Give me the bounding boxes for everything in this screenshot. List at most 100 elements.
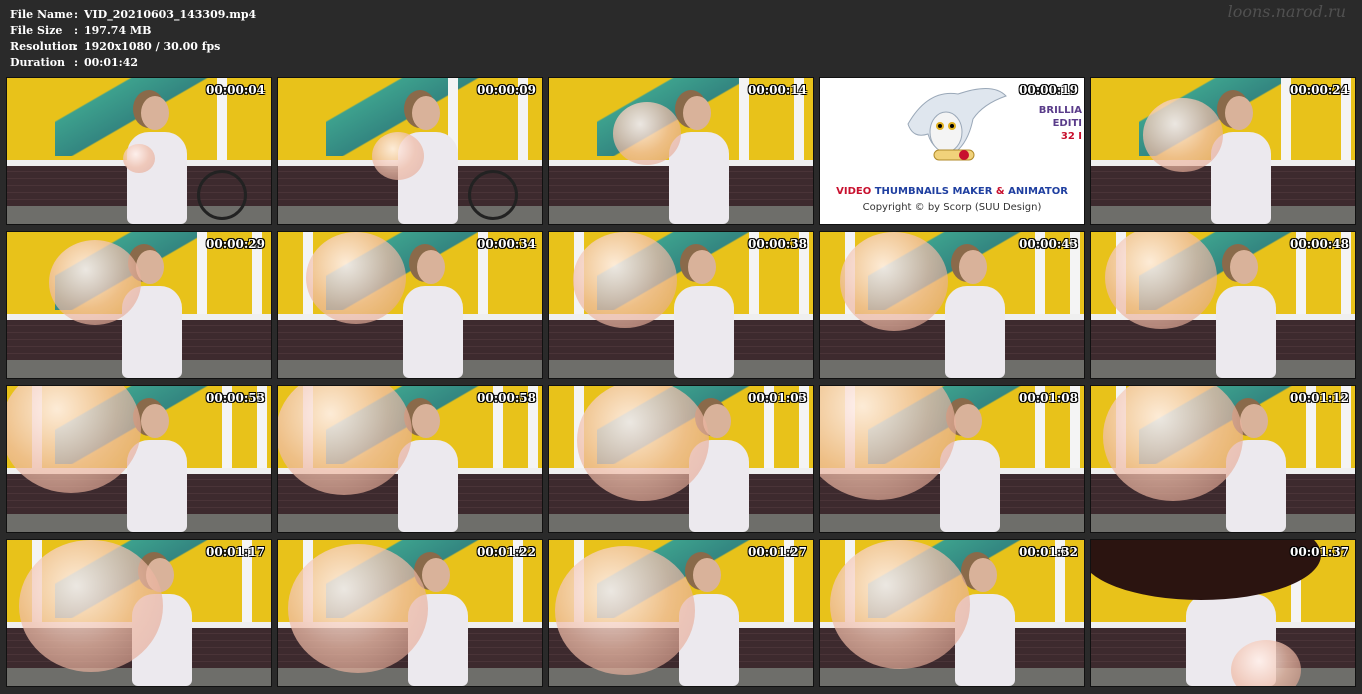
thumbnail-frame[interactable]: 00:00:48 [1090, 231, 1356, 379]
promo-copyright: Copyright © by Scorp (SUU Design) [862, 202, 1042, 213]
promo-title: VIDEO THUMBNAILS MAKER & ANIMATOR [820, 186, 1084, 197]
thumbnail-timestamp: 00:00:34 [477, 237, 536, 251]
scene-person-head [683, 96, 711, 130]
scene-ground [820, 668, 1084, 686]
watermark: loons.narod.ru [1227, 2, 1346, 21]
thumbnail-timestamp: 00:00:43 [1019, 237, 1078, 251]
scene-person-head [412, 96, 440, 130]
contact-sheet: File Name : VID_20210603_143309.mp4 File… [0, 0, 1362, 694]
thumbnail-timestamp: 00:01:27 [748, 545, 807, 559]
thumbnail-frame[interactable]: 00:00:14 [548, 77, 814, 225]
thumbnail-frame[interactable]: 00:01:32 [819, 539, 1085, 687]
thumbnail-timestamp: 00:01:03 [748, 391, 807, 405]
thumbnail-timestamp: 00:00:09 [477, 83, 536, 97]
scene-person-head [959, 250, 987, 284]
thumbnail-frame[interactable]: 00:01:03 [548, 385, 814, 533]
scene-person [403, 286, 463, 378]
promo-title-part: VIDEO [836, 186, 875, 197]
scene-balloon [306, 232, 406, 324]
scene-balloon [19, 540, 163, 673]
scene-balloon [555, 546, 695, 675]
promo-side-line: EDITI [1052, 118, 1082, 129]
scene-person-head [1240, 404, 1268, 438]
scene-person [674, 286, 734, 378]
thumbnail-timestamp: 00:00:58 [477, 391, 536, 405]
thumbnail-frame[interactable]: 00:01:17 [6, 539, 272, 687]
info-separator: : [74, 56, 79, 69]
thumbnail-timestamp: 00:00:53 [206, 391, 265, 405]
thumbnail-frame[interactable]: 00:00:29 [6, 231, 272, 379]
info-label: File Size [10, 24, 63, 37]
thumbnail-timestamp: 00:00:29 [206, 237, 265, 251]
scene-person-head [954, 404, 982, 438]
thumbnail-frame[interactable]: 00:00:34 [277, 231, 543, 379]
thumbnail-timestamp: 00:00:38 [748, 237, 807, 251]
scene-balloon [49, 240, 141, 325]
promo-side-text: BRILLIA EDITI 32 I [1039, 104, 1082, 143]
scene-balloon [573, 232, 677, 328]
scene-person-head [412, 404, 440, 438]
scene-person-head [141, 404, 169, 438]
info-value: 1920x1080 / 30.00 fps [84, 40, 221, 53]
thumbnail-timestamp: 00:01:17 [206, 545, 265, 559]
scene-person-head [693, 558, 721, 592]
file-info: File Name : VID_20210603_143309.mp4 File… [10, 7, 256, 71]
promo-title-part: & [992, 186, 1009, 197]
scene-person-head [1225, 96, 1253, 130]
thumbnail-frame[interactable]: 00:00:58 [277, 385, 543, 533]
thumbnail-frame[interactable]: 00:01:12 [1090, 385, 1356, 533]
scene-person-head [688, 250, 716, 284]
scene-person-head [422, 558, 450, 592]
promo-title-part: THUMBNAILS MAKER [874, 186, 993, 197]
scene-balloon [288, 544, 428, 673]
scene-person [1216, 286, 1276, 378]
scene-ground [549, 514, 813, 532]
scene-person-head [417, 250, 445, 284]
info-value: VID_20210603_143309.mp4 [84, 8, 257, 21]
info-separator: : [74, 8, 79, 21]
bicycle-wheel-icon [468, 170, 518, 220]
info-label: File Name [10, 8, 73, 21]
thumbnail-frame[interactable]: 00:01:37 [1090, 539, 1356, 687]
thumbnail-timestamp: 00:01:32 [1019, 545, 1078, 559]
info-row-resolution: Resolution : 1920x1080 / 30.00 fps [10, 39, 256, 55]
scene-balloon [840, 232, 948, 332]
thumbnail-timestamp: 00:00:24 [1290, 83, 1349, 97]
thumbnail-timestamp: 00:01:22 [477, 545, 536, 559]
promo-title-part: ANIMATOR [1008, 186, 1068, 197]
info-separator: : [74, 24, 79, 37]
thumbnail-timestamp: 00:00:14 [748, 83, 807, 97]
scene-balloon [613, 102, 681, 165]
thumbnail-frame[interactable]: 00:00:43 [819, 231, 1085, 379]
scene-person-head [1230, 250, 1258, 284]
scene-ground [1091, 514, 1355, 532]
thumbnail-timestamp: 00:00:48 [1290, 237, 1349, 251]
scene-balloon [1143, 98, 1223, 172]
thumbnail-frame[interactable]: 00:00:24 [1090, 77, 1356, 225]
scene-person-head [969, 558, 997, 592]
thumbnail-timestamp: 00:00:04 [206, 83, 265, 97]
thumbnail-frame[interactable]: 00:00:53 [6, 385, 272, 533]
thumbnail-grid: 00:00:04 00:00:09 00:00:14 BRILLIA EDITI… [6, 77, 1356, 687]
thumbnail-frame[interactable]: 00:01:27 [548, 539, 814, 687]
owl-logo-icon [907, 88, 1007, 161]
scene-person [945, 286, 1005, 378]
info-row-file-name: File Name : VID_20210603_143309.mp4 [10, 7, 256, 23]
thumbnail-frame[interactable]: 00:00:09 [277, 77, 543, 225]
thumbnail-frame[interactable]: BRILLIA EDITI 32 I VIDEO THUMBNAILS MAKE… [819, 77, 1085, 225]
scene-person [127, 440, 187, 532]
info-label: Resolution [10, 40, 77, 53]
scene-person-head [141, 96, 169, 130]
scene-balloon [830, 540, 970, 669]
info-value: 197.74 MB [84, 24, 152, 37]
info-row-duration: Duration : 00:01:42 [10, 55, 256, 71]
thumbnail-frame[interactable]: 00:01:08 [819, 385, 1085, 533]
thumbnail-frame[interactable]: 00:00:04 [6, 77, 272, 225]
info-separator: : [74, 40, 79, 53]
thumbnail-timestamp: 00:01:37 [1290, 545, 1349, 559]
thumbnail-frame[interactable]: 00:01:22 [277, 539, 543, 687]
info-value: 00:01:42 [84, 56, 139, 69]
thumbnail-timestamp: 00:01:08 [1019, 391, 1078, 405]
thumbnail-frame[interactable]: 00:00:38 [548, 231, 814, 379]
thumbnail-timestamp: 00:00:19 [1019, 83, 1078, 97]
